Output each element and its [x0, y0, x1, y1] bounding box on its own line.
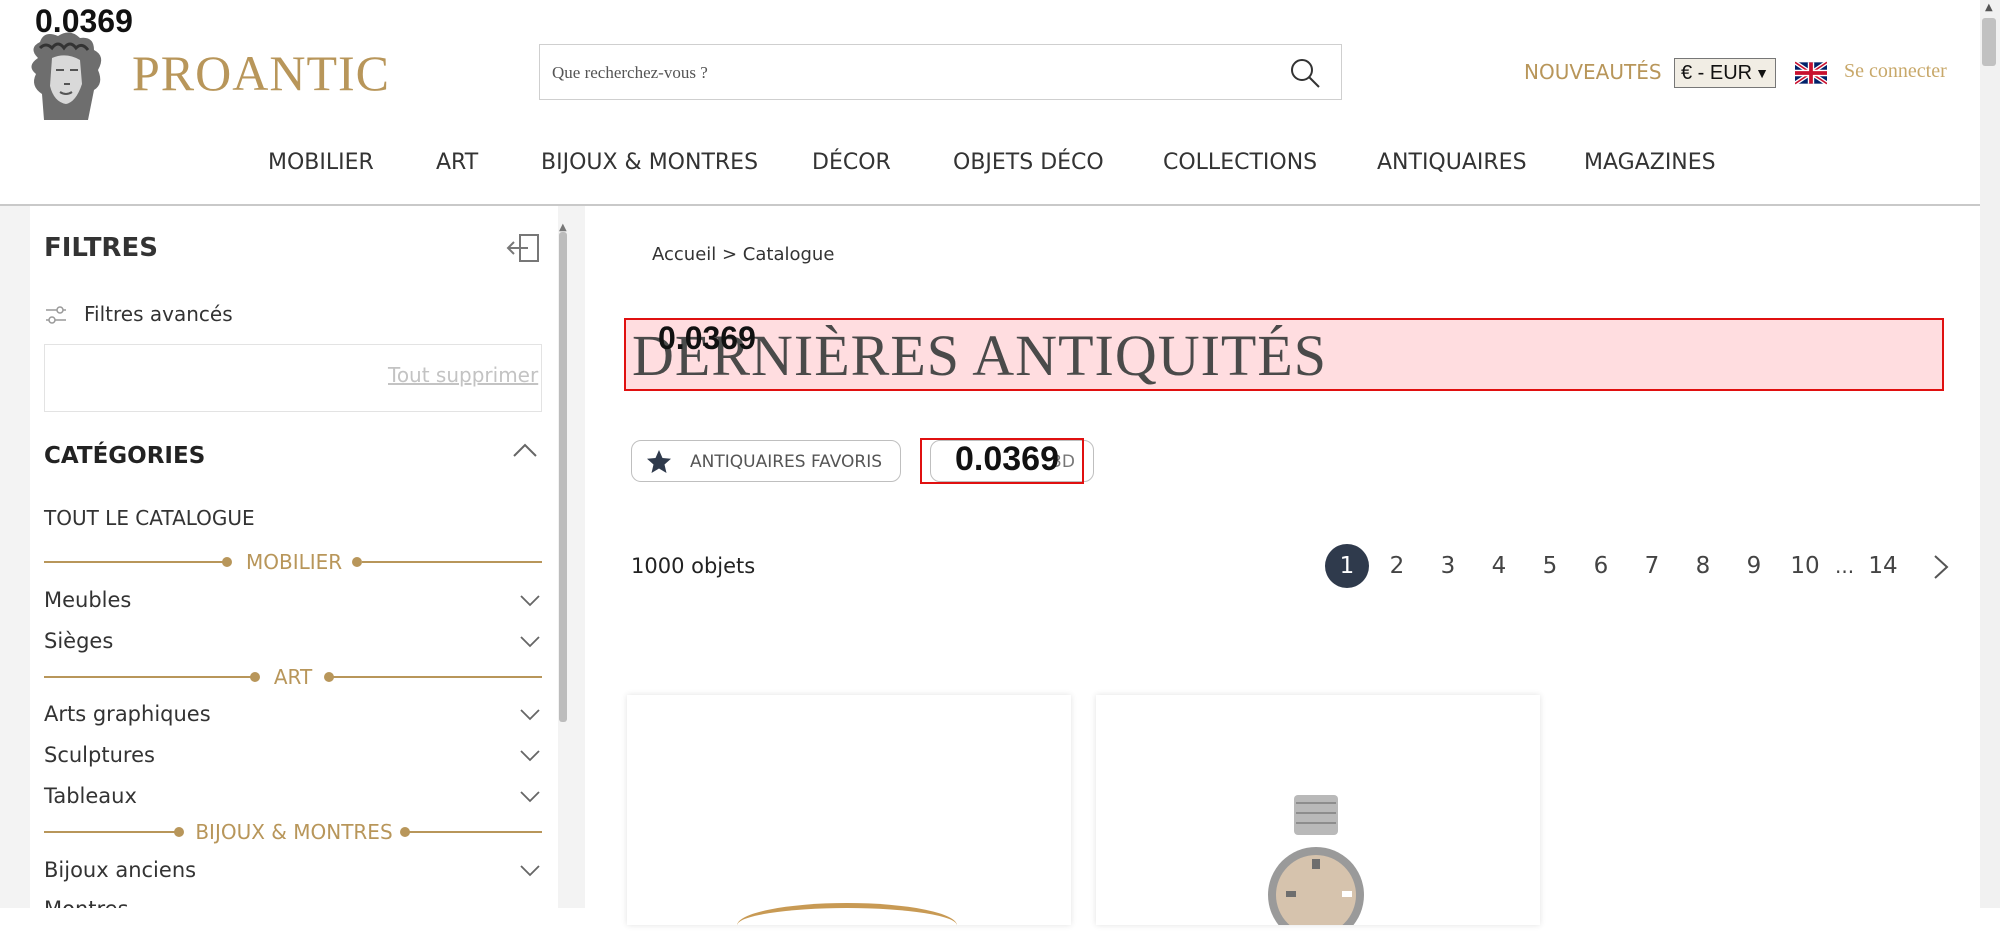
score-label: 0.0369	[658, 320, 756, 356]
search-box	[539, 44, 1342, 101]
sidebar-item-montres[interactable]: Montres	[44, 897, 544, 908]
sidebar-item-bijoux-anciens[interactable]: Bijoux anciens	[44, 858, 544, 888]
divider-dot	[174, 827, 184, 837]
chevron-down-icon[interactable]	[520, 635, 540, 649]
search-icon[interactable]	[1289, 57, 1321, 89]
score-label: 0.0369	[35, 3, 133, 39]
divider-label: MOBILIER	[246, 550, 343, 574]
sidebar-item-label: Bijoux anciens	[44, 858, 197, 882]
filters-title: FILTRES	[44, 233, 158, 263]
divider-dot	[250, 672, 260, 682]
nouveautes-link[interactable]: NOUVEAUTÉS	[1524, 60, 1662, 84]
nav-item-mobilier[interactable]: MOBILIER	[268, 150, 374, 175]
search-input[interactable]	[550, 45, 1294, 101]
chevron-down-icon[interactable]	[520, 749, 540, 763]
page-button[interactable]: 10	[1783, 544, 1827, 588]
chevron-down-icon[interactable]	[520, 708, 540, 722]
main-nav: MOBILIER ART BIJOUX & MONTRES DÉCOR OBJE…	[0, 150, 1980, 180]
site-header: PROANTIC NOUVEAUTÉS € - EUR ▼ Se connect…	[0, 0, 1980, 206]
sidebar-scrollbar[interactable]	[559, 232, 567, 722]
product-card[interactable]	[627, 695, 1071, 925]
pagination-ellipsis: ...	[1835, 554, 1855, 578]
divider-label: BIJOUX & MONTRES	[195, 820, 393, 844]
sidebar-item-label: Montres	[44, 897, 129, 908]
currency-select[interactable]: € - EUR ▼	[1674, 58, 1776, 88]
sidebar-item-arts-graphiques[interactable]: Arts graphiques	[44, 702, 544, 732]
sidebar-item-label: Meubles	[44, 588, 132, 612]
logo-bust-icon[interactable]	[18, 28, 114, 124]
divider-dot	[222, 557, 232, 567]
category-divider-mobilier: MOBILIER	[44, 550, 542, 574]
sidebar-item-label: Arts graphiques	[44, 702, 211, 726]
collapse-filters-icon[interactable]	[506, 233, 540, 263]
favorite-dealers-button[interactable]: ANTIQUAIRES FAVORIS	[631, 440, 901, 482]
chevron-down-icon[interactable]	[520, 790, 540, 804]
all-catalog-link[interactable]: TOUT LE CATALOGUE	[44, 506, 255, 530]
chevron-down-icon[interactable]	[520, 864, 540, 878]
sidebar-item-label: Sièges	[44, 629, 114, 653]
nav-item-decor[interactable]: DÉCOR	[812, 150, 891, 175]
product-image	[737, 903, 957, 948]
score-label: 0.0369	[955, 440, 1059, 478]
category-divider-bijoux-montres: BIJOUX & MONTRES	[44, 820, 542, 844]
divider-line	[408, 831, 542, 833]
page-scrollbar-thumb[interactable]	[1982, 18, 1996, 66]
category-divider-art: ART	[44, 665, 542, 689]
chevron-right-icon[interactable]	[1933, 554, 1949, 580]
page-button-active[interactable]: 1	[1325, 544, 1369, 588]
advanced-filters-link[interactable]: Filtres avancés	[84, 302, 233, 326]
divider-line	[44, 831, 178, 833]
page-button-last[interactable]: 14	[1861, 544, 1905, 588]
logo-text[interactable]: PROANTIC	[132, 44, 390, 102]
page-button[interactable]: 3	[1426, 544, 1470, 588]
signin-link[interactable]: Se connecter	[1844, 60, 1947, 83]
nav-item-objets-deco[interactable]: OBJETS DÉCO	[953, 150, 1104, 175]
results-count: 1000 objets	[631, 554, 756, 578]
pagination: 1 2 3 4 5 6 7 8 9 10 ... 14	[1325, 544, 1965, 588]
sidebar-item-meubles[interactable]: Meubles	[44, 588, 544, 618]
divider-line	[44, 561, 224, 563]
page-button[interactable]: 9	[1732, 544, 1776, 588]
nav-item-art[interactable]: ART	[436, 150, 478, 175]
sidebar-item-label: Tableaux	[44, 784, 137, 808]
page-button[interactable]: 5	[1528, 544, 1572, 588]
chevron-down-icon: ▼	[1755, 65, 1769, 81]
sidebar-item-sieges[interactable]: Sièges	[44, 629, 544, 659]
scroll-up-icon[interactable]: ▲	[1985, 2, 1993, 13]
nav-item-antiquaires[interactable]: ANTIQUAIRES	[1377, 150, 1527, 175]
divider-line	[44, 676, 254, 678]
nav-item-bijoux-montres[interactable]: BIJOUX & MONTRES	[541, 150, 758, 175]
categories-title: CATÉGORIES	[44, 443, 206, 469]
divider-line	[362, 561, 542, 563]
breadcrumb[interactable]: Accueil > Catalogue	[652, 244, 834, 265]
page-button[interactable]: 8	[1681, 544, 1725, 588]
page-button[interactable]: 7	[1630, 544, 1674, 588]
currency-value: € - EUR	[1681, 62, 1753, 84]
uk-flag-icon[interactable]	[1795, 61, 1827, 85]
sidebar-item-label: Sculptures	[44, 743, 155, 767]
product-card[interactable]	[1096, 695, 1540, 925]
sidebar-item-sculptures[interactable]: Sculptures	[44, 743, 544, 773]
divider-dot	[352, 557, 362, 567]
nav-item-magazines[interactable]: MAGAZINES	[1584, 150, 1716, 175]
nav-item-collections[interactable]: COLLECTIONS	[1163, 150, 1317, 175]
page-button[interactable]: 2	[1375, 544, 1419, 588]
page-button[interactable]: 6	[1579, 544, 1623, 588]
star-icon	[647, 450, 671, 473]
sidebar-item-tableaux[interactable]: Tableaux	[44, 784, 544, 814]
sliders-icon[interactable]	[44, 304, 68, 326]
divider-line	[332, 676, 542, 678]
page-button[interactable]: 4	[1477, 544, 1521, 588]
chevron-down-icon[interactable]	[520, 594, 540, 608]
clear-all-link[interactable]: Tout supprimer	[388, 363, 538, 387]
page-scrollbar[interactable]	[1980, 0, 2000, 908]
watch-image	[1268, 795, 1364, 925]
divider-label: ART	[273, 665, 313, 689]
chevron-up-icon[interactable]	[512, 440, 538, 460]
favorite-dealers-label: ANTIQUAIRES FAVORIS	[690, 452, 883, 472]
